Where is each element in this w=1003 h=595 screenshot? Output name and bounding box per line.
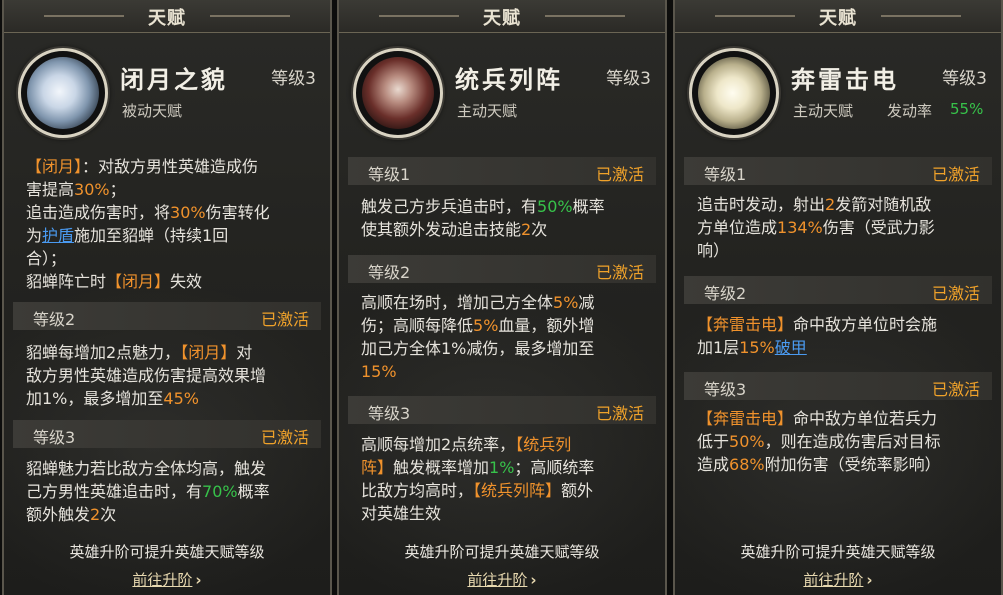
level2-description: 貂蝉每增加2点魅力，【闭月】对 敌方男性英雄造成伤害提高效果增 加1%，最多增加…: [26, 343, 267, 408]
panel-header: 天赋: [4, 0, 330, 33]
warrior-talent-icon[interactable]: [353, 48, 443, 138]
goto-upgrade-link[interactable]: 前往升阶 ›: [339, 569, 665, 590]
panel-title: 天赋: [819, 8, 857, 29]
trigger-rate-label: 发动率: [887, 102, 933, 120]
level3-status: 已激活: [931, 380, 980, 399]
level3-description: 【奔雷击电】命中敌方单位若兵力 低于50%，则在造成伤害后对目标 造成68%附加…: [697, 409, 941, 474]
level1-label: 等级1: [704, 165, 747, 184]
panel-title: 天赋: [148, 8, 186, 29]
talent-panel-tongbing: 天赋 统兵列阵 等级3 主动天赋 等级1 已激活 触发己方步兵追击时，有50%概…: [337, 0, 667, 595]
talent-level: 等级3: [942, 69, 987, 89]
level2-label: 等级2: [368, 263, 411, 282]
level1-description: 【闭月】：对敌方男性英雄造成伤 害提高30%； 追击造成伤害时，将30%伤害转化…: [26, 157, 270, 291]
level3-description: 貂蝉魅力若比敌方全体均高，触发 己方男性英雄追击时，有70%概率 额外触发2次: [26, 459, 270, 524]
level3-label: 等级3: [368, 404, 411, 423]
talent-name: 奔雷击电: [791, 65, 899, 94]
armor-break-link[interactable]: 破甲: [775, 338, 807, 357]
level2-status: 已激活: [595, 263, 644, 282]
talent-name: 闭月之貌: [120, 65, 228, 94]
talent-panel-benlei: 天赋 奔雷击电 等级3 主动天赋 发动率 55% 等级1 已激活 追击时发动，射…: [673, 0, 1003, 595]
panel-header: 天赋: [675, 0, 1001, 33]
keyword-biyue: 【闭月】: [26, 157, 83, 176]
bow-talent-icon[interactable]: [689, 48, 779, 138]
panel-title: 天赋: [483, 8, 521, 29]
level3-header: 等级3 已激活: [684, 372, 992, 400]
level2-description: 【奔雷击电】命中敌方单位时会施 加1层15%破甲: [697, 315, 938, 357]
level3-header: 等级3 已激活: [348, 396, 656, 424]
shield-link[interactable]: 护盾: [42, 226, 74, 245]
level2-label: 等级2: [33, 310, 76, 329]
goto-upgrade-link[interactable]: 前往升阶 ›: [675, 569, 1001, 590]
level2-header: 等级2 已激活: [13, 302, 321, 330]
talent-level: 等级3: [271, 69, 316, 89]
chevron-right-icon: ›: [195, 571, 202, 589]
level1-description: 追击时发动，射出2发箭对随机敌 方单位造成134%伤害（受武力影 响）: [697, 195, 935, 260]
level1-description: 触发己方步兵追击时，有50%概率 使其额外发动追击技能2次: [361, 197, 605, 239]
level2-status: 已激活: [931, 284, 980, 303]
talent-level: 等级3: [606, 69, 651, 89]
level3-status: 已激活: [260, 428, 309, 447]
level1-header: 等级1 已激活: [348, 157, 656, 185]
upgrade-hint: 英雄升阶可提升英雄天赋等级: [740, 543, 936, 561]
chevron-right-icon: ›: [530, 571, 537, 589]
moon-talent-icon[interactable]: [18, 48, 108, 138]
trigger-rate-value: 55%: [950, 100, 984, 118]
level1-status: 已激活: [595, 165, 644, 184]
level3-header: 等级3 已激活: [13, 420, 321, 448]
upgrade-hint: 英雄升阶可提升英雄天赋等级: [69, 543, 265, 561]
talent-panel-biyue: 天赋 闭月之貌 等级3 被动天赋 【闭月】：对敌方男性英雄造成伤 害提高30%；…: [2, 0, 332, 595]
level2-label: 等级2: [704, 284, 747, 303]
level1-label: 等级1: [368, 165, 411, 184]
panel-header: 天赋: [339, 0, 665, 33]
level2-header: 等级2 已激活: [684, 276, 992, 304]
level2-header: 等级2 已激活: [348, 255, 656, 283]
level2-status: 已激活: [260, 310, 309, 329]
chevron-right-icon: ›: [866, 571, 873, 589]
level2-description: 高顺在场时，增加己方全体5%减 伤；高顺每降低5%血量，额外增 加己方全体1%减…: [361, 293, 595, 381]
header-ornament: [210, 15, 290, 17]
goto-upgrade-link[interactable]: 前往升阶 ›: [4, 569, 330, 590]
level3-label: 等级3: [704, 380, 747, 399]
level1-status: 已激活: [931, 165, 980, 184]
level1-header: 等级1 已激活: [684, 157, 992, 185]
talent-type: 被动天赋: [122, 102, 183, 120]
level3-description: 高顺每增加2点统率，【统兵列 阵】触发概率增加1%；高顺统率 比敌方均高时，【统…: [361, 435, 595, 523]
header-ornament: [545, 15, 625, 17]
upgrade-hint: 英雄升阶可提升英雄天赋等级: [404, 543, 600, 561]
talent-type: 主动天赋: [457, 102, 518, 120]
level3-status: 已激活: [595, 404, 644, 423]
talent-type: 主动天赋: [793, 102, 854, 120]
talent-name: 统兵列阵: [455, 65, 563, 94]
level3-label: 等级3: [33, 428, 76, 447]
header-ornament: [881, 15, 961, 17]
